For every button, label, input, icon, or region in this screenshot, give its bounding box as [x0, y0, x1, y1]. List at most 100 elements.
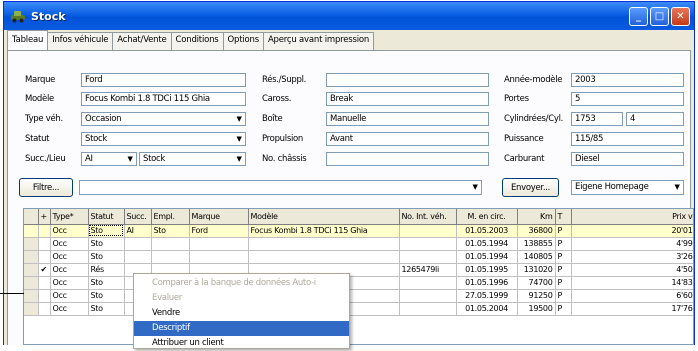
row-selector[interactable]	[24, 237, 39, 251]
minimize-button[interactable]: _	[629, 7, 648, 26]
cell-statut[interactable]: Sto	[88, 224, 125, 238]
cell-t: P	[555, 302, 572, 316]
cell-check	[38, 276, 51, 290]
cell-statut: Sto	[88, 276, 125, 290]
carburant-field[interactable]: Diesel	[571, 152, 684, 166]
col-header-modele[interactable]: Modèle	[248, 209, 400, 225]
cell-statut: Sto	[88, 302, 125, 316]
table-row[interactable]: Occ Sto / 4x4 Tbo K.Rosberg 01.05.1996 7…	[24, 276, 693, 290]
row-selector[interactable]	[24, 276, 39, 290]
caross-field[interactable]: Break	[326, 92, 489, 106]
row-selector[interactable]	[24, 250, 39, 264]
menu-item-vendre[interactable]: Vendre	[134, 306, 349, 321]
send-button[interactable]: Envoyer...	[502, 178, 559, 197]
table-row[interactable]: Occ Sto Ghia Dueshift 01.05.2004 19500 P…	[24, 302, 693, 316]
tab-achat-vente[interactable]: Achat/Vente	[112, 32, 172, 50]
cell-km: 74700	[517, 276, 556, 290]
table-row[interactable]: ✔ Occ Rés 1265479li 01.05.1995 131020 P …	[24, 263, 693, 277]
portes-field[interactable]: 5	[571, 92, 684, 106]
grid-header-row: + Type* Statut Succ. Empl. Marque Modèle…	[24, 209, 693, 225]
cell-type: Occ	[50, 276, 89, 290]
cylinders-field[interactable]: 4	[626, 112, 684, 126]
table-row[interactable]: Occ Sto 0 45 Pure 27.05.1999 91250 P 6'6…	[24, 289, 693, 303]
chevron-down-icon[interactable]: ▼	[671, 181, 683, 193]
type-veh-select[interactable]: Occasion ▼	[81, 112, 246, 126]
cell-check	[38, 302, 51, 316]
tab-conditions[interactable]: Conditions	[170, 32, 224, 50]
check-icon: ✔	[38, 263, 51, 277]
close-button[interactable]: ✕	[671, 7, 690, 26]
res-suppl-field[interactable]	[326, 73, 489, 87]
cell-prix: 6'60	[571, 289, 693, 303]
annee-label: Année-modèle	[504, 75, 563, 85]
chevron-down-icon[interactable]: ▼	[233, 133, 245, 145]
row-selector[interactable]	[24, 302, 39, 316]
menu-item-descriptif[interactable]: Descriptif	[134, 321, 349, 336]
boite-field[interactable]: Manuelle	[326, 112, 489, 126]
no-chassis-label: No. châssis	[262, 154, 307, 164]
propulsion-field[interactable]: Avant	[326, 132, 489, 146]
menu-item-evaluer[interactable]: Evaluer	[134, 291, 349, 306]
table-row[interactable]: Occ Sto AI Sto Ford Focus Kombi 1.8 TDCi…	[24, 224, 693, 238]
lieu-select[interactable]: Stock ▼	[139, 152, 246, 166]
row-selector[interactable]	[24, 224, 39, 238]
col-header-km[interactable]: Km	[517, 209, 556, 225]
col-header-type[interactable]: Type*	[50, 209, 89, 225]
cell-mise-en-circ: 01.05.1996	[456, 276, 518, 290]
homepage-select[interactable]: Eigene Homepage ▼	[571, 180, 684, 195]
menu-item-comparer[interactable]: Comparer à la banque de données Auto-i	[134, 276, 349, 291]
cell-prix: 3'26	[571, 250, 693, 264]
cell-no-int	[399, 302, 457, 316]
puissance-field[interactable]: 115/85	[571, 132, 684, 146]
succ-select[interactable]: AI ▼	[81, 152, 137, 166]
tab-options[interactable]: Options	[222, 32, 264, 50]
cell-mise-en-circ: 27.05.1999	[456, 289, 518, 303]
cell-marque: Ford	[189, 224, 249, 238]
cell-t: P	[555, 276, 572, 290]
cell-km: 91250	[517, 289, 556, 303]
row-selector[interactable]	[24, 263, 39, 277]
col-header-plus[interactable]: +	[38, 209, 51, 225]
chevron-down-icon[interactable]: ▼	[233, 113, 245, 125]
cell-type: Occ	[50, 302, 89, 316]
tab-infos-vehicule[interactable]: Infos véhicule	[47, 32, 114, 50]
title-bar[interactable]: Stock _ □ ✕	[4, 2, 694, 30]
cell-km: 131020	[517, 263, 556, 277]
col-header-selector[interactable]	[24, 209, 39, 225]
cylindrees-label: Cylindrées/Cyl.	[504, 114, 564, 124]
cell-check	[38, 224, 51, 238]
col-header-prix[interactable]: Prix v	[571, 209, 693, 225]
cell-mise-en-circ: 01.05.1994	[456, 250, 518, 264]
tab-apercu[interactable]: Aperçu avant impression	[262, 32, 375, 50]
col-header-statut[interactable]: Statut	[88, 209, 125, 225]
row-selector[interactable]	[24, 289, 39, 303]
cell-empl	[151, 237, 190, 251]
table-row[interactable]: Occ Sto 01.05.1994 138855 P 4'99	[24, 237, 693, 251]
col-header-no-int[interactable]: No. Int. véh.	[399, 209, 457, 225]
statut-select[interactable]: Stock ▼	[81, 132, 246, 146]
cell-succ	[124, 250, 152, 264]
maximize-button[interactable]: □	[650, 7, 669, 26]
col-header-empl[interactable]: Empl.	[151, 209, 190, 225]
chevron-down-icon[interactable]: ▼	[124, 153, 136, 165]
cell-prix: 4'50	[571, 263, 693, 277]
filter-button[interactable]: Filtre...	[19, 178, 73, 197]
col-header-t[interactable]: T	[555, 209, 572, 225]
chevron-down-icon[interactable]: ▼	[233, 153, 245, 165]
filter-select[interactable]: ▼	[79, 180, 482, 195]
col-header-marque[interactable]: Marque	[189, 209, 249, 225]
menu-item-attribuer-client[interactable]: Attribuer un client	[134, 336, 349, 351]
modele-field[interactable]: Focus Kombi 1.8 TDCi 115 Ghia	[81, 92, 246, 106]
annee-field[interactable]: 2003	[571, 73, 684, 87]
cell-t: P	[555, 237, 572, 251]
col-header-mise-en-circ[interactable]: M. en circ.	[456, 209, 518, 225]
succ-lieu-label: Succ./Lieu	[25, 154, 66, 164]
col-header-succ[interactable]: Succ.	[124, 209, 152, 225]
stock-grid[interactable]: + Type* Statut Succ. Empl. Marque Modèle…	[23, 208, 694, 345]
cylindrees-field[interactable]: 1753	[571, 112, 623, 126]
no-chassis-field[interactable]	[326, 152, 489, 166]
table-row[interactable]: Occ Sto 01.05.1994 140805 P 3'26	[24, 250, 693, 264]
chevron-down-icon[interactable]: ▼	[469, 181, 481, 193]
marque-field[interactable]: Ford	[81, 73, 246, 87]
tab-tableau[interactable]: Tableau	[7, 30, 49, 50]
